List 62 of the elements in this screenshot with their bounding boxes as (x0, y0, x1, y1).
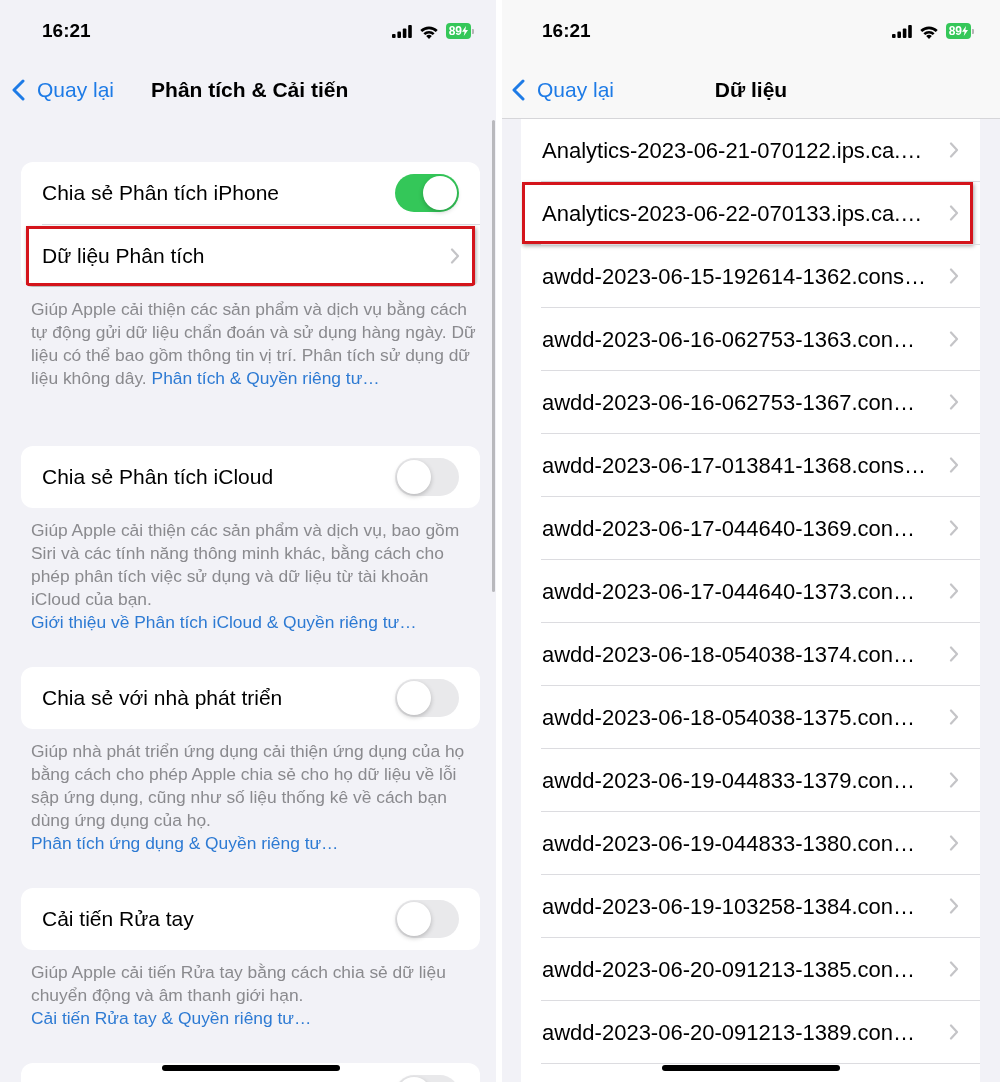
chevron-right-icon (949, 961, 959, 977)
chevron-right-icon (949, 520, 959, 536)
file-row[interactable]: awdd-2023-06-18-054038-1375.con… (522, 686, 973, 748)
chevron-right-icon (949, 835, 959, 851)
setting-label: Chia sẻ với nhà phát triển (42, 685, 283, 712)
bolt-icon (962, 26, 968, 36)
chevron-right-icon (949, 205, 959, 221)
chevron-right-icon (450, 248, 460, 264)
privacy-link[interactable]: Cải tiến Rửa tay & Quyền riêng tư… (31, 1008, 312, 1028)
signal-icon (891, 24, 912, 38)
file-row[interactable]: awdd-2023-06-20-091213-1385.con… (522, 938, 973, 1000)
privacy-link[interactable]: Phân tích ứng dụng & Quyền riêng tư… (31, 833, 339, 853)
signal-icon (391, 24, 412, 38)
file-row[interactable]: awdd-2023-06-19-044833-1379.con… (522, 749, 973, 811)
chevron-right-icon (949, 394, 959, 410)
file-row[interactable]: awdd-2023-06-17-013841-1368.cons… (522, 434, 973, 496)
nav-title: Phân tích & Cải tiến (151, 77, 349, 104)
file-row[interactable]: awdd-2023-06-19-103258-1384.con… (522, 875, 973, 937)
section-footer-text: Giúp Apple cải thiện các sản phẩm và dịch vụ, bao gồm Siri và các tính năng thông minh khác, bằng cách cho phép phân tích việc sử dụng và dữ liệu từ tài khoản iCloud của bạn. Giới thiệu về Phân tích iCloud & Quyền riêng tư… (31, 519, 461, 634)
setting-label: Chia sẻ Phân tích iCloud (42, 464, 274, 491)
toggle-switch[interactable] (395, 679, 459, 717)
chevron-right-icon (949, 583, 959, 599)
file-row[interactable]: Analytics-2023-06-22-070133.ips.ca.… (522, 182, 973, 244)
back-button[interactable]: Quay lại (12, 74, 115, 106)
chevron-left-icon (512, 79, 525, 101)
file-row[interactable]: awdd-2023-06-19-044833-1380.con… (522, 812, 973, 874)
file-row[interactable]: awdd-2023-06-20-091213-1389.con… (522, 1001, 973, 1063)
toggle-switch[interactable] (395, 174, 459, 212)
chevron-right-icon (949, 457, 959, 473)
file-row[interactable]: awdd-2023-06-17-044640-1369.con… (522, 497, 973, 559)
toggle-switch[interactable] (395, 458, 459, 496)
chevron-right-icon (949, 331, 959, 347)
file-row[interactable]: Analytics-2023-06-21-070122.ips.ca.… (522, 119, 973, 181)
toggle-switch[interactable] (395, 900, 459, 938)
section-footer-text: Giúp nhà phát triển ứng dụng cải thiện ứng dụng của họ bằng cách cho phép Apple chia sẻ cho họ dữ liệu về lỗi sập ứng dụng, cũng như số liệu thống kê về cách bạn dùng ứng dụng của họ. Phân tích ứng dụng & Quyền riêng tư… (31, 740, 466, 855)
file-row[interactable]: awdd-2023-06-17-044640-1373.con… (522, 560, 973, 622)
file-row[interactable]: awdd-2023-06-15-192614-1362.cons… (522, 245, 973, 307)
privacy-link[interactable]: Phân tích & Quyền riêng tư… (151, 368, 380, 388)
back-button[interactable]: Quay lại (512, 74, 615, 106)
chevron-right-icon (949, 268, 959, 284)
settings-row-button[interactable]: Dữ liệu Phân tích (26, 226, 475, 286)
chevron-right-icon (949, 142, 959, 158)
status-time: 16:21 (542, 18, 591, 43)
nav-title: Dữ liệu (714, 77, 788, 104)
chevron-right-icon (949, 646, 959, 662)
setting-label: Chia sẻ Phân tích iPhone (42, 180, 279, 207)
chevron-right-icon (949, 1024, 959, 1040)
section-footer-text: Giúp Apple cải tiến Rửa tay bằng cách chia sẻ dữ liệu chuyển động và âm thanh giới hạn. Cải tiến Rửa tay & Quyền riêng tư… (31, 961, 447, 1030)
section-footer-text: Giúp Apple cải thiện các sản phẩm và dịch vụ bằng cách tự động gửi dữ liệu chẩn đoán và sử dụng hàng ngày. Dữ liệu có thể bao gồm thông tin vị trí. Phân tích sử dụng dữ liệu không dây. Phân tích & Quyền riêng tư… (31, 298, 477, 390)
chevron-right-icon (949, 898, 959, 914)
chevron-left-icon (12, 79, 25, 101)
file-row[interactable]: awdd-2023-06-18-054038-1374.con… (522, 623, 973, 685)
file-row[interactable]: awdd-2023-06-16-062753-1367.con… (522, 371, 973, 433)
bolt-icon (462, 26, 468, 36)
setting-label: Cải tiến Rửa tay (42, 906, 194, 933)
chevron-right-icon (949, 709, 959, 725)
status-time: 16:21 (42, 18, 91, 43)
file-row[interactable]: awdd-2023-06-16-062753-1363.con… (522, 308, 973, 370)
chevron-right-icon (949, 772, 959, 788)
battery-percentage: 89 (448, 25, 462, 37)
battery-percentage: 89 (948, 25, 962, 37)
privacy-link[interactable]: Giới thiệu về Phân tích iCloud & Quyền riêng tư… (31, 612, 417, 632)
